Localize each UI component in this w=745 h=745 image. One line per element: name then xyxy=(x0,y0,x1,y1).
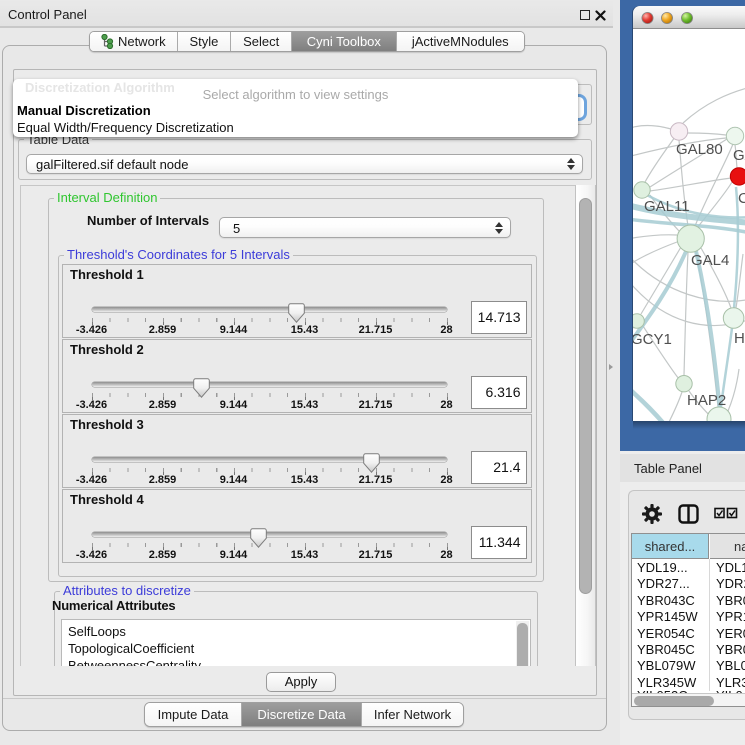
svg-text:GAL80: GAL80 xyxy=(676,141,723,158)
svg-text:GA: GA xyxy=(733,147,745,164)
svg-text:GAL11: GAL11 xyxy=(644,198,690,215)
svg-text:H: H xyxy=(734,330,745,347)
svg-text:GAL4: GAL4 xyxy=(691,252,729,269)
svg-text:HAP2: HAP2 xyxy=(687,392,726,409)
svg-text:C: C xyxy=(738,190,745,207)
svg-text:GCY1: GCY1 xyxy=(633,331,672,348)
